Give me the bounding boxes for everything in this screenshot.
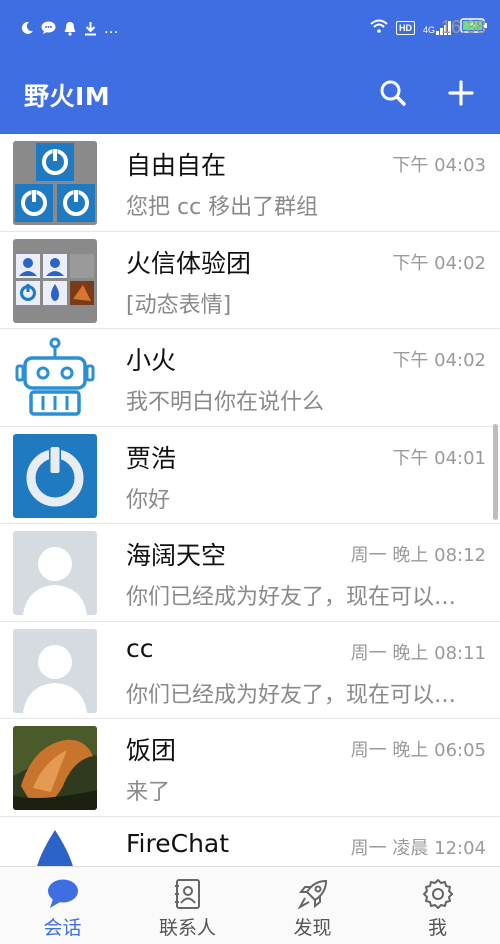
- search-icon: [379, 79, 407, 111]
- nav-label: 我: [427, 917, 447, 939]
- conversation-item[interactable]: 海阔天空 周一 晚上 08:12 你们已经成为好友了，现在可以开始聊天了: [0, 524, 500, 622]
- hd-badge: HD: [395, 21, 415, 35]
- conversation-item[interactable]: 贾浩 下午 04:01 你好: [0, 427, 500, 524]
- contacts-icon: [174, 877, 202, 911]
- conversation-item[interactable]: 自由自在 下午 04:03 您把 cc 移出了群组: [0, 134, 500, 232]
- rocket-icon: [296, 877, 330, 911]
- conversation-preview: 您把 cc 移出了群组: [126, 195, 319, 220]
- conversation-preview: 我不明白你在说什么: [126, 390, 325, 415]
- conversation-time: 周一 晚上 08:12: [350, 545, 486, 566]
- app-bar: 野火IM: [0, 56, 500, 134]
- wifi-icon: [370, 18, 388, 38]
- chat-icon: [46, 877, 80, 911]
- user-avatar: [13, 433, 97, 518]
- conversation-time: 下午 04:02: [392, 350, 486, 371]
- group-avatar: [13, 141, 97, 225]
- bell-icon: [63, 21, 77, 36]
- default-avatar: [13, 531, 97, 615]
- conversation-preview: 你们已经成为好友了，现在可以开始聊天了: [126, 585, 476, 610]
- chat-bubble-icon: [41, 21, 56, 35]
- conversation-preview: 你们已经成为好友了，现在可以开始聊天了: [126, 682, 476, 708]
- conversation-name: 自由自在: [126, 151, 227, 180]
- conversation-item[interactable]: 小火 下午 04:02 我不明白你在说什么: [0, 329, 500, 427]
- add-button[interactable]: [446, 80, 476, 110]
- flame-avatar: [13, 823, 97, 866]
- conversation-item[interactable]: 饭团 周一 晚上 06:05 来了: [0, 719, 500, 817]
- bottom-navigation: 会话 联系人 发现 我: [0, 866, 500, 944]
- conversation-name: 海阔天空: [126, 541, 227, 570]
- search-button[interactable]: [378, 80, 408, 110]
- nav-discover[interactable]: 发现: [250, 867, 375, 944]
- gear-icon: [422, 877, 454, 911]
- conversation-item[interactable]: FireChat 周一 凌晨 12:04: [0, 817, 500, 866]
- conversation-preview: [动态表情]: [126, 292, 232, 318]
- conversation-item[interactable]: 火信体验团 下午 04:02 [动态表情]: [0, 232, 500, 329]
- moon-icon: [20, 21, 34, 35]
- robot-avatar: [13, 336, 97, 420]
- list-scrollbar[interactable]: [493, 424, 498, 520]
- conversation-name: 贾浩: [126, 443, 177, 473]
- conversation-time: 下午 04:02: [392, 252, 486, 274]
- nav-conversations[interactable]: 会话: [0, 867, 125, 944]
- conversation-time: 下午 04:03: [392, 155, 486, 176]
- conversation-name: 火信体验团: [126, 248, 252, 278]
- conversation-name: 小火: [126, 346, 177, 375]
- notification-icons: ...: [20, 18, 118, 38]
- status-time: 16:38: [440, 17, 486, 37]
- nav-me[interactable]: 我: [375, 867, 500, 944]
- default-avatar: [13, 628, 97, 713]
- conversation-name: cc: [126, 633, 154, 663]
- nav-label: 发现: [293, 917, 332, 939]
- nav-label: 会话: [43, 917, 82, 939]
- download-icon: [84, 21, 97, 36]
- app-title: 野火IM: [24, 82, 111, 111]
- conversation-item[interactable]: cc 周一 晚上 08:11 你们已经成为好友了，现在可以开始聊天了: [0, 622, 500, 719]
- conversation-time: 下午 04:01: [392, 447, 486, 469]
- conversation-list[interactable]: 自由自在 下午 04:03 您把 cc 移出了群组 火信体验团 下午 04:02: [0, 134, 500, 866]
- nav-label: 联系人: [158, 917, 216, 939]
- conversation-time: 周一 晚上 08:11: [350, 642, 486, 664]
- conversation-time: 周一 晚上 06:05: [350, 740, 486, 761]
- status-bar: 16:38 ... HD 4G: [0, 0, 500, 56]
- conversation-name: FireChat: [126, 828, 230, 858]
- more-indicator: ...: [104, 18, 119, 37]
- signal-label: 4G: [422, 25, 435, 35]
- conversation-preview: 来了: [126, 780, 171, 805]
- photo-avatar: [13, 726, 97, 810]
- plus-icon: [448, 80, 474, 110]
- group-avatar: [13, 238, 97, 323]
- nav-contacts[interactable]: 联系人: [125, 867, 250, 944]
- conversation-preview: 你好: [126, 487, 171, 513]
- conversation-name: 饭团: [126, 736, 177, 765]
- conversation-time: 周一 凌晨 12:04: [350, 837, 486, 859]
